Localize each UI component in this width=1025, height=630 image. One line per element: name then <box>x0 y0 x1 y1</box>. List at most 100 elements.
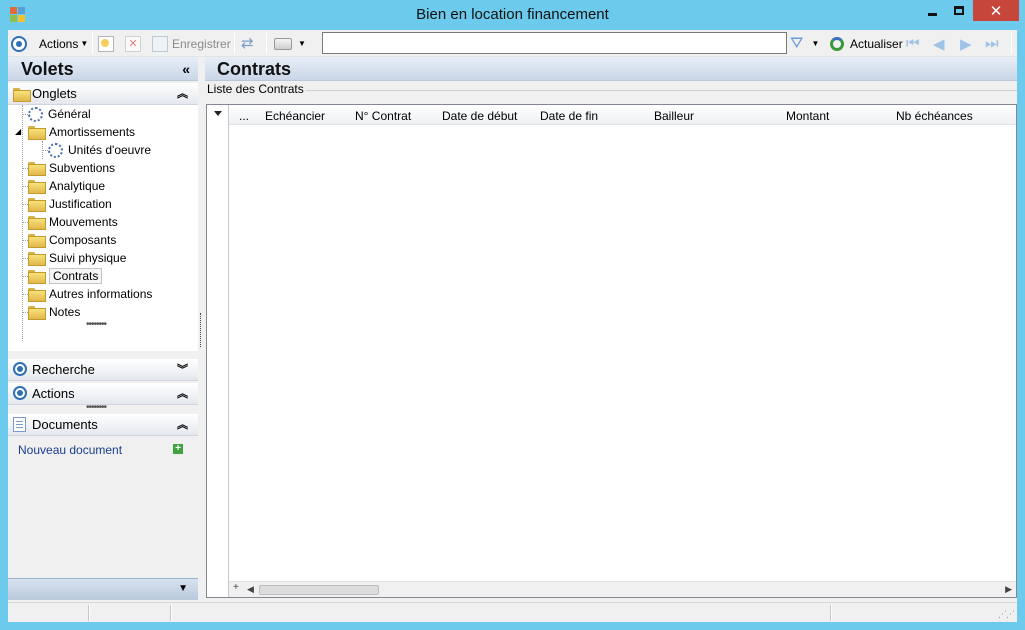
resize-grip[interactable]: •••••••• <box>86 319 107 330</box>
save-button[interactable]: Enregistrer <box>152 33 231 54</box>
column-header[interactable]: ... <box>239 109 249 123</box>
volets-title: Volets <box>21 59 74 79</box>
collapse-pane-icon[interactable]: « <box>182 61 190 77</box>
refresh-label: Actualiser <box>850 36 903 51</box>
save-icon <box>152 35 168 52</box>
horizontal-scrollbar[interactable]: + ◀ ▶ <box>229 581 1016 597</box>
refresh-button[interactable]: Actualiser <box>830 33 903 54</box>
filter-button[interactable]: ⛛ ▼ <box>790 33 819 54</box>
left-pane-footer[interactable]: ▼ <box>8 578 198 600</box>
first-record-button[interactable]: ⏮ <box>906 33 920 54</box>
tree-item-label: Amortissements <box>49 125 136 139</box>
expand-plus-icon[interactable]: + <box>233 582 239 593</box>
resize-grip[interactable]: •••••••• <box>86 402 107 413</box>
status-bar: ⋰⋰ <box>8 602 1017 622</box>
maximize-icon <box>954 6 964 15</box>
tree-item-label: Analytique <box>49 179 106 193</box>
close-icon: ✕ <box>989 2 1003 20</box>
save-label: Enregistrer <box>172 36 231 51</box>
column-header[interactable]: Bailleur <box>654 109 694 123</box>
tree-item-subventions[interactable]: Subventions <box>28 159 115 177</box>
title-bar[interactable]: Bien en location financement ✕ <box>0 0 1025 30</box>
circle-menu-button[interactable] <box>11 33 27 54</box>
column-header[interactable]: Nb échéances <box>896 109 973 123</box>
tree-item-autres-informations[interactable]: Autres informations <box>28 285 152 303</box>
tree-item-mouvements[interactable]: Mouvements <box>28 213 118 231</box>
tree-item-label: Composants <box>49 233 117 247</box>
folder-icon <box>13 88 31 102</box>
recherche-label: Recherche <box>32 362 95 377</box>
client-area: Actions ▼ ✕ Enregistrer ⇄ ▼ ⛛ ▼ Actualis… <box>8 30 1017 622</box>
tree-item-notes[interactable]: Notes <box>28 303 80 321</box>
tree-connector <box>22 105 23 341</box>
new-document-link[interactable]: Nouveau document <box>18 443 122 457</box>
delete-button[interactable]: ✕ <box>125 33 141 54</box>
chevron-up-icon: ︽ <box>177 388 188 400</box>
actions-label: Actions <box>32 386 75 401</box>
tree-item-label: Notes <box>49 305 81 319</box>
app-window: Bien en location financement ✕ Actions ▼ … <box>0 0 1025 630</box>
scroll-right-icon[interactable]: ▶ <box>1005 584 1012 595</box>
status-cell <box>88 605 90 621</box>
column-header[interactable]: Echéancier <box>265 109 325 123</box>
prev-record-button[interactable]: ◀ <box>933 33 945 54</box>
tree-item-suivi-physique[interactable]: Suivi physique <box>28 249 126 267</box>
group-divider <box>300 90 1017 91</box>
caret-down-icon: ▼ <box>298 39 306 48</box>
delete-icon: ✕ <box>125 35 141 52</box>
new-button[interactable] <box>98 33 114 54</box>
last-icon: ⏭ <box>985 35 999 52</box>
window-title: Bien en location financement <box>416 6 609 23</box>
actions-menu-label: Actions <box>39 36 79 51</box>
expand-arrow-icon[interactable]: ◢ <box>15 127 21 136</box>
minimize-button[interactable] <box>919 0 945 21</box>
actions-menu-button[interactable]: Actions ▼ <box>39 33 88 54</box>
chevron-down-icon: ▼ <box>178 583 188 594</box>
tabs-tree: Général ◢ Amortissements Unités d'oeuvre… <box>8 105 198 351</box>
tree-item-general[interactable]: Général <box>28 105 91 123</box>
print-button[interactable]: ▼ <box>274 33 306 54</box>
last-record-button[interactable]: ⏭ <box>985 33 999 54</box>
folder-icon <box>28 234 46 248</box>
tree-item-label: Justification <box>49 197 112 211</box>
column-chooser-icon[interactable] <box>214 111 222 116</box>
close-button[interactable]: ✕ <box>973 0 1019 21</box>
search-input[interactable] <box>322 32 787 54</box>
recherche-section-header[interactable]: Recherche ︾ <box>8 359 198 381</box>
maximize-button[interactable] <box>946 0 972 21</box>
documents-section-header[interactable]: Documents ︽ <box>8 414 198 436</box>
toolbar-separator <box>92 33 93 54</box>
onglets-label: Onglets <box>32 86 77 101</box>
tree-item-amortissements[interactable]: Amortissements <box>28 123 135 141</box>
next-record-button[interactable]: ▶ <box>960 33 972 54</box>
onglets-section-header[interactable]: Onglets ︽ <box>8 83 198 105</box>
tree-item-label: Général <box>48 107 91 121</box>
circle-search-icon <box>13 362 27 376</box>
toolbar-separator <box>234 33 235 54</box>
filter-icon: ⛛ <box>790 34 804 52</box>
column-header[interactable]: N° Contrat <box>355 109 411 123</box>
next-icon: ▶ <box>960 35 972 53</box>
chevron-up-icon: ︽ <box>177 88 188 100</box>
document-icon <box>13 417 26 432</box>
caret-down-icon: ▼ <box>811 39 820 48</box>
sync-icon: ⇄ <box>241 34 254 52</box>
resize-grip-icon[interactable]: ⋰⋰ <box>998 609 1015 620</box>
pane-splitter[interactable] <box>200 313 202 347</box>
column-header[interactable]: Montant <box>786 109 829 123</box>
folder-open-icon <box>28 270 46 284</box>
scroll-thumb[interactable] <box>259 585 379 595</box>
column-header[interactable]: Date de fin <box>540 109 598 123</box>
tree-item-composants[interactable]: Composants <box>28 231 116 249</box>
scroll-left-icon[interactable]: ◀ <box>247 584 254 595</box>
folder-icon <box>28 198 46 212</box>
tree-item-unites-oeuvre[interactable]: Unités d'oeuvre <box>48 141 151 159</box>
tree-item-contrats[interactable]: Contrats <box>28 267 103 285</box>
toolbar-separator <box>266 33 267 54</box>
tree-item-justification[interactable]: Justification <box>28 195 112 213</box>
column-header[interactable]: Date de début <box>442 109 517 123</box>
add-icon[interactable]: + <box>173 444 183 454</box>
prev-icon: ◀ <box>933 35 945 53</box>
sync-button[interactable]: ⇄ <box>241 33 257 54</box>
tree-item-analytique[interactable]: Analytique <box>28 177 105 195</box>
